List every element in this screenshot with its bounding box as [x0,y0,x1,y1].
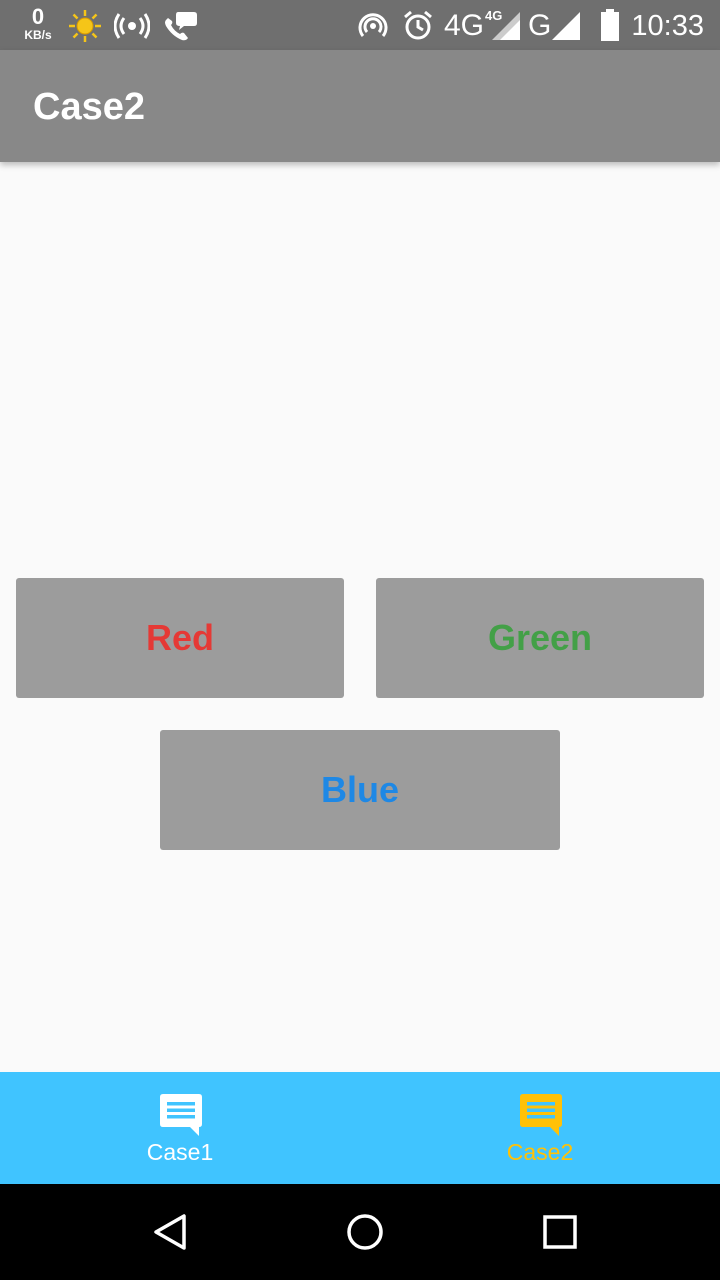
chat-icon [520,1094,562,1136]
signal-icon [492,12,520,40]
network-speed-unit: KB/s [24,28,52,42]
hotspot-icon [114,13,150,39]
bottom-navigation: Case1 Case2 [0,1072,720,1184]
chat-icon [160,1094,202,1136]
signal-g-icon [552,12,580,40]
alarm-icon [404,10,432,40]
back-icon[interactable] [150,1212,190,1252]
app-bar: Case2 [0,50,720,162]
status-bar: 0 KB/s 4G 4G G 10:33 [0,0,720,50]
network-g-label: G [528,9,552,42]
nav-label-case1: Case1 [146,1139,214,1165]
network-speed-value: 0 [31,4,45,29]
battery-icon [601,9,619,41]
nav-item-case2[interactable]: Case2 [360,1072,720,1184]
green-button[interactable]: Green [376,578,704,698]
nav-label-case2: Case2 [506,1139,574,1165]
recents-icon[interactable] [540,1212,580,1252]
clock: 10:33 [631,10,704,42]
network-4g-label: 4G [444,9,485,42]
red-button[interactable]: Red [16,578,344,698]
nav-item-case1[interactable]: Case1 [0,1072,360,1184]
home-icon[interactable] [345,1212,385,1252]
call-chat-icon [165,12,197,41]
sun-icon [69,10,101,42]
network-speed: 0 KB/s [18,4,58,42]
page-title: Case2 [33,86,145,128]
blue-button[interactable]: Blue [160,730,560,850]
nfc-icon [358,13,388,37]
system-navigation-bar [0,1184,720,1280]
